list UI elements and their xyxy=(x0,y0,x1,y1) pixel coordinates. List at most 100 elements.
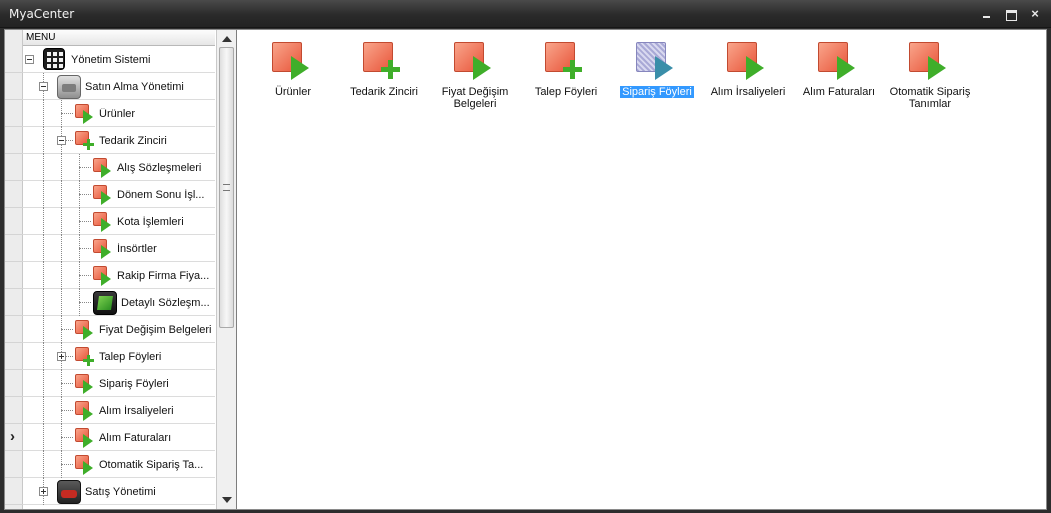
tree-row[interactable]: Ürünler xyxy=(23,100,215,127)
tree-connector xyxy=(43,235,44,262)
tree-row-label: Talep Föyleri xyxy=(99,351,162,363)
document-play-icon xyxy=(93,158,113,178)
car-app-icon xyxy=(57,480,81,504)
title-bar: MyaCenter × xyxy=(0,0,1051,28)
tree-row[interactable]: Fiyat Değişim Belgeleri xyxy=(23,316,215,343)
tree-connector xyxy=(79,289,80,316)
tile-label: Tedarik Zinciri xyxy=(339,86,429,98)
tree-row[interactable]: Alış Sözleşmeleri xyxy=(23,154,215,181)
tree-row[interactable]: Rakip Firma Fiya... xyxy=(23,262,215,289)
collapse-icon[interactable] xyxy=(57,136,66,145)
menu-tree-panel: MENU Yönetim Sistemi Satın Alma Yönetimi Ü… xyxy=(5,30,237,509)
scroll-thumb[interactable] xyxy=(219,47,234,328)
tree-connector xyxy=(79,167,91,168)
tree-connector xyxy=(43,397,44,424)
tree-connector xyxy=(79,208,80,235)
tree-row-label: İnsörtler xyxy=(117,243,157,255)
document-play-icon xyxy=(454,42,494,82)
tree-connector xyxy=(61,464,73,465)
document-play-icon xyxy=(93,239,113,259)
tree-row-label: Alım İrsaliyeleri xyxy=(99,405,174,417)
tree-connector xyxy=(61,154,62,181)
tree-row[interactable]: Otomatik Sipariş Ta... xyxy=(23,451,215,478)
row-indicator xyxy=(5,100,23,127)
collapse-icon[interactable] xyxy=(39,82,48,91)
tree-connector xyxy=(43,316,44,343)
expand-icon[interactable] xyxy=(57,352,66,361)
tree-connector xyxy=(79,194,91,195)
scroll-down-icon[interactable] xyxy=(222,497,232,503)
tree-connector xyxy=(43,208,44,235)
document-play-icon xyxy=(75,428,95,448)
tree-row[interactable]: Tedarik Zinciri xyxy=(23,127,215,154)
tree-row-label: Alış Sözleşmeleri xyxy=(117,162,202,174)
tree-connector xyxy=(79,235,80,262)
tile-2[interactable]: Tedarik Zinciri xyxy=(339,42,429,122)
row-indicator xyxy=(5,478,23,505)
row-indicator xyxy=(5,73,23,100)
tree-scrollbar[interactable] xyxy=(216,30,236,509)
tree-row[interactable]: Sipariş Föyleri xyxy=(23,370,215,397)
tree-connector xyxy=(43,262,44,289)
tree-connector xyxy=(79,154,80,181)
tree-row[interactable]: Kota İşlemleri xyxy=(23,208,215,235)
document-plus-icon xyxy=(75,131,95,151)
tree-connector xyxy=(61,262,62,289)
tree-row[interactable]: Alım Faturaları xyxy=(23,424,215,451)
tree-row-label: Detaylı Sözleşm... xyxy=(121,297,210,309)
tree-connector xyxy=(43,154,44,181)
minimize-button[interactable] xyxy=(979,6,995,22)
document-plus-icon xyxy=(363,42,403,82)
tree-connector xyxy=(79,275,91,276)
tree-row[interactable]: Satın Alma Yönetimi xyxy=(23,73,215,100)
row-indicator xyxy=(5,262,23,289)
document-play-icon xyxy=(75,374,95,394)
tree-connector xyxy=(79,181,80,208)
tile-4[interactable]: Talep Föyleri xyxy=(521,42,611,122)
tree-row[interactable]: Satış Yönetimi xyxy=(23,478,215,505)
row-indicator xyxy=(5,370,23,397)
tile-label-text: Talep Föyleri xyxy=(534,86,598,98)
tile-8[interactable]: Otomatik Sipariş Tanımlar xyxy=(885,42,975,122)
tree-row-label: Fiyat Değişim Belgeleri xyxy=(99,324,212,336)
tree-connector xyxy=(61,316,62,343)
document-play-icon xyxy=(93,266,113,286)
tree-row[interactable]: İnsörtler xyxy=(23,235,215,262)
collapse-icon[interactable] xyxy=(25,55,34,64)
document-play-icon xyxy=(818,42,858,82)
row-indicator xyxy=(5,289,23,316)
tree-connector xyxy=(43,127,44,154)
tile-3[interactable]: Fiyat Değişim Belgeleri xyxy=(430,42,520,122)
tree-row[interactable]: Alım İrsaliyeleri xyxy=(23,397,215,424)
expand-icon[interactable] xyxy=(39,487,48,496)
scroll-up-icon[interactable] xyxy=(222,36,232,42)
tree-row[interactable]: Talep Föyleri xyxy=(23,343,215,370)
document-play-icon xyxy=(93,212,113,232)
tile-7[interactable]: Alım Faturaları xyxy=(794,42,884,122)
tree-connector xyxy=(61,289,62,316)
tree-row-label: Rakip Firma Fiya... xyxy=(117,270,210,282)
tile-5[interactable]: Sipariş Föyleri xyxy=(612,42,702,122)
tile-label-text: Alım İrsaliyeleri xyxy=(710,86,786,98)
tile-label: Alım Faturaları xyxy=(794,86,884,98)
tree-row[interactable]: Yönetim Sistemi xyxy=(23,46,215,73)
tree-row[interactable]: Dönem Sonu İşl... xyxy=(23,181,215,208)
maximize-button[interactable] xyxy=(1003,6,1019,22)
menu-tree: Yönetim Sistemi Satın Alma Yönetimi Ürünle… xyxy=(23,46,215,509)
content-area: Ürünler Tedarik Zinciri Fiyat Değişim Belg… xyxy=(238,30,1046,509)
tree-row[interactable]: Detaylı Sözleşm... xyxy=(23,289,215,316)
row-indicator xyxy=(5,46,23,73)
tree-row-label: Satın Alma Yönetimi xyxy=(85,81,184,93)
tree-row-label: Dönem Sonu İşl... xyxy=(117,189,205,201)
row-indicator xyxy=(5,397,23,424)
row-indicator xyxy=(5,181,23,208)
close-button[interactable]: × xyxy=(1027,6,1043,22)
tree-connector xyxy=(61,329,73,330)
document-play-icon xyxy=(93,185,113,205)
tile-label-text: Sipariş Föyleri xyxy=(620,86,694,98)
tile-6[interactable]: Alım İrsaliyeleri xyxy=(703,42,793,122)
excel-app-icon xyxy=(93,291,117,315)
tile-label: Sipariş Föyleri xyxy=(612,86,702,98)
tile-1[interactable]: Ürünler xyxy=(248,42,338,122)
row-indicator xyxy=(5,235,23,262)
